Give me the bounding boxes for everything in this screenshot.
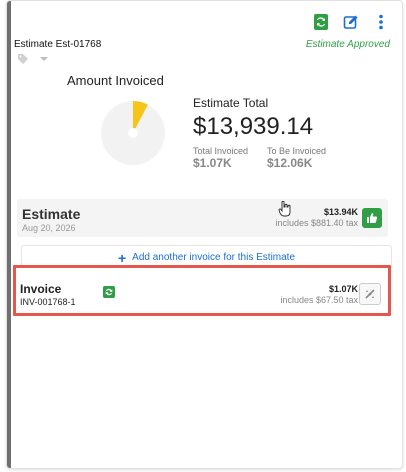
more-vertical-icon[interactable]: [372, 13, 390, 31]
sync-icon[interactable]: [312, 13, 330, 31]
estimate-card: Estimate Est-01768 Estimate Approved Amo…: [6, 0, 403, 469]
invoice-row-amount: $1.07K: [328, 284, 358, 294]
estimate-row[interactable]: Estimate Aug 20, 2026 $13.94K includes $…: [17, 199, 388, 237]
estimate-total-value: $13,939.14: [193, 113, 314, 140]
card-actions: [312, 13, 390, 31]
invoice-row-tax: includes $67.50 tax: [280, 295, 358, 305]
tag-icon[interactable]: [17, 53, 29, 65]
total-invoiced-label: Total Invoiced: [193, 146, 249, 156]
chevron-down-icon[interactable]: [39, 55, 49, 63]
estimate-total-label: Estimate Total: [193, 96, 269, 110]
plus-icon: +: [117, 249, 127, 266]
to-be-invoiced-label: To Be Invoiced: [267, 146, 327, 156]
estimate-number: Estimate Est-01768: [14, 39, 102, 50]
sync-icon: [103, 286, 115, 298]
add-invoice-label: Add another invoice for this Estimate: [132, 252, 296, 263]
amount-invoiced-label: Amount Invoiced: [67, 73, 164, 88]
estimate-row-tax: includes $881.40 tax: [275, 218, 358, 228]
invoice-number: INV-001768-1: [20, 297, 76, 307]
invoiced-pie-slice: [133, 101, 148, 133]
total-invoiced-value: $1.07K: [193, 156, 232, 170]
estimate-row-amount: $13.94K: [323, 207, 358, 217]
to-be-invoiced-value: $12.06K: [267, 156, 313, 170]
pie-center: [128, 128, 138, 138]
invoiced-pie-chart: [101, 101, 165, 165]
left-accent-bar: [7, 1, 11, 468]
estimate-row-date: Aug 20, 2026: [22, 223, 76, 233]
edit-icon[interactable]: [342, 13, 360, 31]
status-badge: Estimate Approved: [305, 39, 390, 50]
mouse-cursor-icon: [278, 201, 291, 217]
invoice-row-title: Invoice: [20, 282, 62, 296]
invoice-row[interactable]: Invoice INV-001768-1 $1.07K includes $67…: [13, 265, 391, 316]
tag-selector[interactable]: [17, 53, 49, 65]
no-invoice-icon[interactable]: [359, 283, 381, 305]
thumbs-up-icon[interactable]: [362, 208, 382, 228]
estimate-row-title: Estimate: [22, 206, 81, 222]
